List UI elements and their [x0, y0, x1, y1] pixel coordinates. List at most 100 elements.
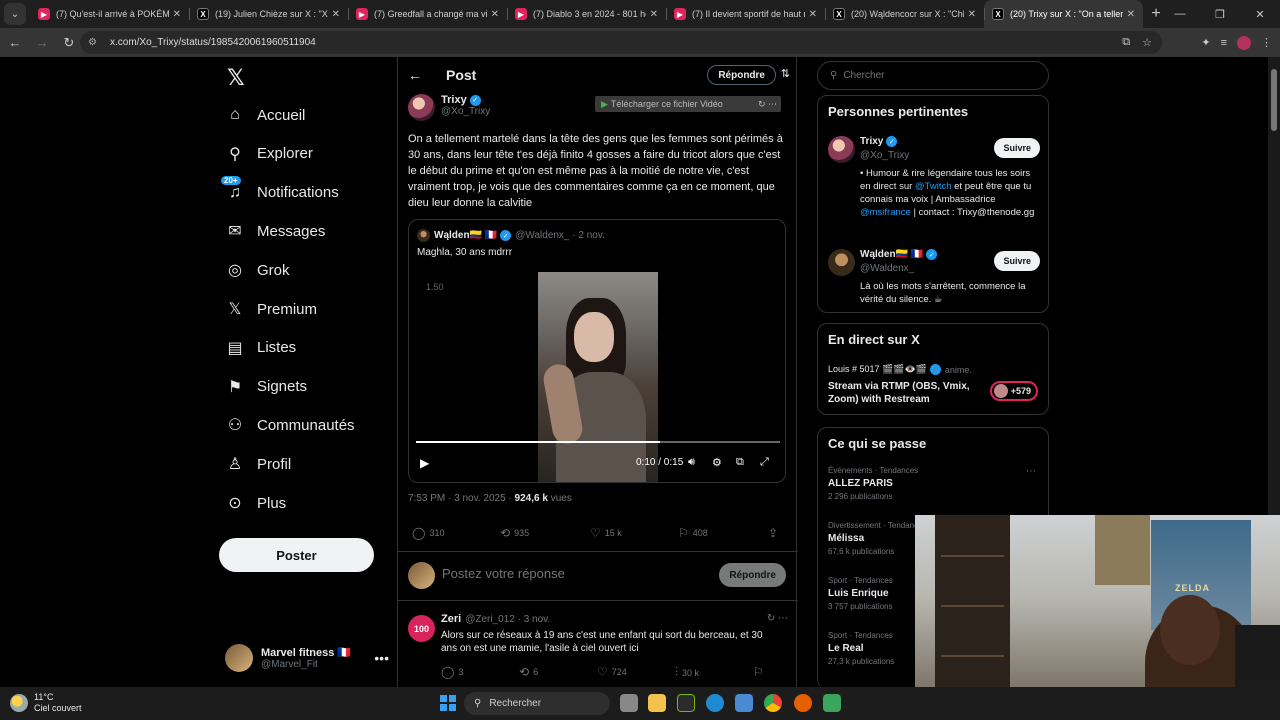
more-dots-icon[interactable]: ⋯ [1026, 466, 1036, 477]
more-dots-icon[interactable]: ••• [374, 650, 389, 666]
profile-avatar-icon[interactable] [1237, 35, 1251, 50]
refresh-icon[interactable]: ↻ ⋯ [758, 99, 781, 110]
tab-close-icon[interactable]: ✕ [809, 9, 817, 20]
person-handle[interactable]: @Waldenx_ [860, 263, 914, 274]
like-action[interactable]: ♡ 724 [597, 665, 627, 679]
chrome-icon[interactable] [764, 694, 782, 712]
nav-item-premium[interactable]: 𝕏 Premium [219, 290, 317, 328]
nav-item-accueil[interactable]: ⌂ Accueil [219, 96, 305, 134]
repost-action[interactable]: ⟲ 6 [519, 665, 538, 679]
live-title[interactable]: Stream via RTMP (OBS, Vmix, Zoom) with R… [828, 380, 978, 406]
browser-tab[interactable]: ▶ (7) Diablo 3 en 2024 - 801 heures ✕ [507, 0, 666, 28]
reload-icon[interactable]: ↻ [57, 31, 81, 55]
avatar[interactable] [828, 249, 855, 276]
browser-tab[interactable]: X (19) Julien Chièze sur X : "XBOU ✕ [189, 0, 348, 28]
fullscreen-icon[interactable]: ⤢ [760, 456, 769, 469]
person-card[interactable]: Trixy ✓ @Xo_Trixy Suivre • Humour & rire … [828, 136, 1040, 236]
browser-tab[interactable]: ▶ (7) Qu'est-il arrivé à POKÉMON ✕ [30, 0, 189, 28]
follow-button[interactable]: Suivre [994, 251, 1040, 271]
forward-icon[interactable]: → [30, 31, 54, 55]
nav-item-profil[interactable]: ♙ Profil [219, 445, 291, 483]
reply-action[interactable]: ◯ 310 [412, 526, 444, 540]
video-player[interactable]: 1.50 ▶ 0:10 / 0:15 🔊︎ ⚙ ⧉ ⤢ [410, 265, 785, 482]
maximize-icon[interactable]: ❐ [1200, 0, 1240, 28]
reply-input[interactable]: Postez votre réponse [442, 566, 565, 581]
tab-close-icon[interactable]: ✕ [968, 9, 976, 20]
task-view-icon[interactable] [620, 694, 638, 712]
weather-widget[interactable]: 11°C Ciel couvert [10, 692, 82, 714]
download-video-bar[interactable]: ▶ Télécharger ce fichier Vidéo ↻ ⋯ [595, 96, 781, 112]
address-bar[interactable]: ⚙ x.com/Xo_Trixy/status/1985420061960511… [80, 31, 1162, 54]
tab-close-icon[interactable]: ✕ [650, 9, 658, 20]
browser-tab[interactable]: X (20) Trixy sur X : "On a tellemen ✕ [984, 0, 1143, 28]
reply-header-button[interactable]: Répondre [707, 65, 776, 85]
avatar[interactable]: 100 [408, 615, 435, 642]
follow-button[interactable]: Suivre [994, 138, 1040, 158]
install-app-icon[interactable]: ⧉ [1122, 36, 1130, 49]
firefox-icon[interactable] [794, 694, 812, 712]
volume-icon[interactable]: 🔊︎ [688, 456, 695, 469]
avatar[interactable] [408, 94, 435, 121]
reply-post[interactable]: 100 Zeri @Zeri_012 · 3 nov. ↻ ⋯ Alors sur… [398, 605, 798, 687]
tab-close-icon[interactable]: ✕ [173, 9, 181, 20]
views-action[interactable]: ⫶ 30 k [675, 665, 699, 680]
trend-item[interactable]: Événements · Tendances ALLEZ PARIS 2 296 p… [828, 466, 1040, 501]
settings-sliders-icon[interactable]: ⇅ [781, 67, 790, 80]
reply-author-handle[interactable]: @Zeri_012 · 3 nov. [465, 614, 550, 625]
more-dots-icon[interactable]: ↻ ⋯ [767, 613, 788, 624]
browser-tab[interactable]: ▶ (7) Greedfall a changé ma vision ✕ [348, 0, 507, 28]
bio-link[interactable]: @msifrance [860, 207, 911, 218]
bio-link[interactable]: @Twitch [915, 181, 952, 192]
reading-list-icon[interactable]: ≡ [1221, 37, 1227, 49]
tab-close-icon[interactable]: ✕ [491, 9, 499, 20]
scrollbar-thumb[interactable] [1271, 69, 1277, 131]
person-name[interactable]: Trixy [860, 136, 883, 147]
reply-author-name[interactable]: Zeri [441, 613, 461, 625]
bookmark-star-icon[interactable]: ☆ [1142, 36, 1152, 49]
browser-menu-icon[interactable]: ⋮ [1261, 36, 1272, 49]
picture-in-picture-icon[interactable]: ⧉ [736, 456, 744, 469]
person-handle[interactable]: @Xo_Trixy [860, 150, 909, 161]
nav-item-explorer[interactable]: ⚲ Explorer [219, 135, 313, 173]
nav-item-signets[interactable]: ⚑ Signets [219, 368, 307, 406]
nav-item-grok[interactable]: ◎ Grok [219, 251, 290, 289]
x-logo-icon[interactable]: 𝕏 [227, 65, 245, 91]
nav-item-notifications[interactable]: ♫ 20+ Notifications [219, 174, 339, 212]
tab-close-icon[interactable]: ✕ [1127, 9, 1135, 20]
person-card[interactable]: Wąlden🇨🇴 🇫🇷 ✓ @Waldenx_ Suivre Là où les … [828, 249, 1040, 309]
windows-start-icon[interactable] [440, 695, 456, 711]
reply-action[interactable]: ◯ 3 [441, 665, 463, 679]
nav-item-communautes[interactable]: ⚇ Communautés [219, 406, 355, 444]
post-timestamp[interactable]: 7:53 PM · 3 nov. 2025 · [408, 493, 515, 504]
app-icon[interactable] [823, 694, 841, 712]
close-icon[interactable]: ✕ [1240, 0, 1280, 28]
play-icon[interactable]: ▶ [420, 456, 429, 470]
avatar[interactable] [828, 136, 855, 163]
post-button[interactable]: Poster [219, 538, 374, 572]
post-author[interactable]: Trixy ✓ @Xo_Trixy [408, 94, 490, 121]
author-name[interactable]: Trixy [441, 94, 467, 106]
live-host[interactable]: Louis # 5017 🎬🎬👁️🎬 ✓ anime. [828, 364, 972, 375]
site-info-icon[interactable]: ⚙ [88, 37, 102, 48]
reply-submit-button[interactable]: Répondre [719, 563, 786, 587]
nav-item-listes[interactable]: ▤ Listes [219, 329, 296, 367]
store-icon[interactable] [735, 694, 753, 712]
live-listeners-badge[interactable]: +579 [989, 381, 1038, 401]
taskbar-search[interactable]: ⚲ Rechercher [464, 692, 610, 715]
tab-close-icon[interactable]: ✕ [332, 9, 340, 20]
nvidia-icon[interactable] [677, 694, 695, 712]
share-action[interactable]: ⇪ [768, 526, 782, 540]
bookmark-action[interactable]: ⚐ 408 [678, 526, 708, 540]
video-progress-bar[interactable] [416, 441, 780, 443]
back-arrow-icon[interactable]: ← [408, 67, 424, 83]
account-switcher[interactable]: Marvel fitness 🇫🇷 @Marvel_Fit ••• [225, 642, 389, 674]
edge-icon[interactable] [706, 694, 724, 712]
person-name[interactable]: Wąlden🇨🇴 🇫🇷 [860, 249, 923, 260]
gear-icon[interactable]: ⚙ [712, 456, 722, 469]
bookmark-action[interactable]: ⚐ [753, 665, 768, 679]
author-handle[interactable]: @Xo_Trixy [441, 106, 490, 117]
minimize-icon[interactable]: — [1160, 0, 1200, 28]
like-action[interactable]: ♡ 15 k [590, 526, 622, 540]
quoted-post[interactable]: Wąlden🇨🇴 🇫🇷 ✓ @Waldenx_ · 2 nov. Maghla,… [408, 219, 786, 483]
tab-search-icon[interactable]: ⌄ [4, 3, 26, 25]
